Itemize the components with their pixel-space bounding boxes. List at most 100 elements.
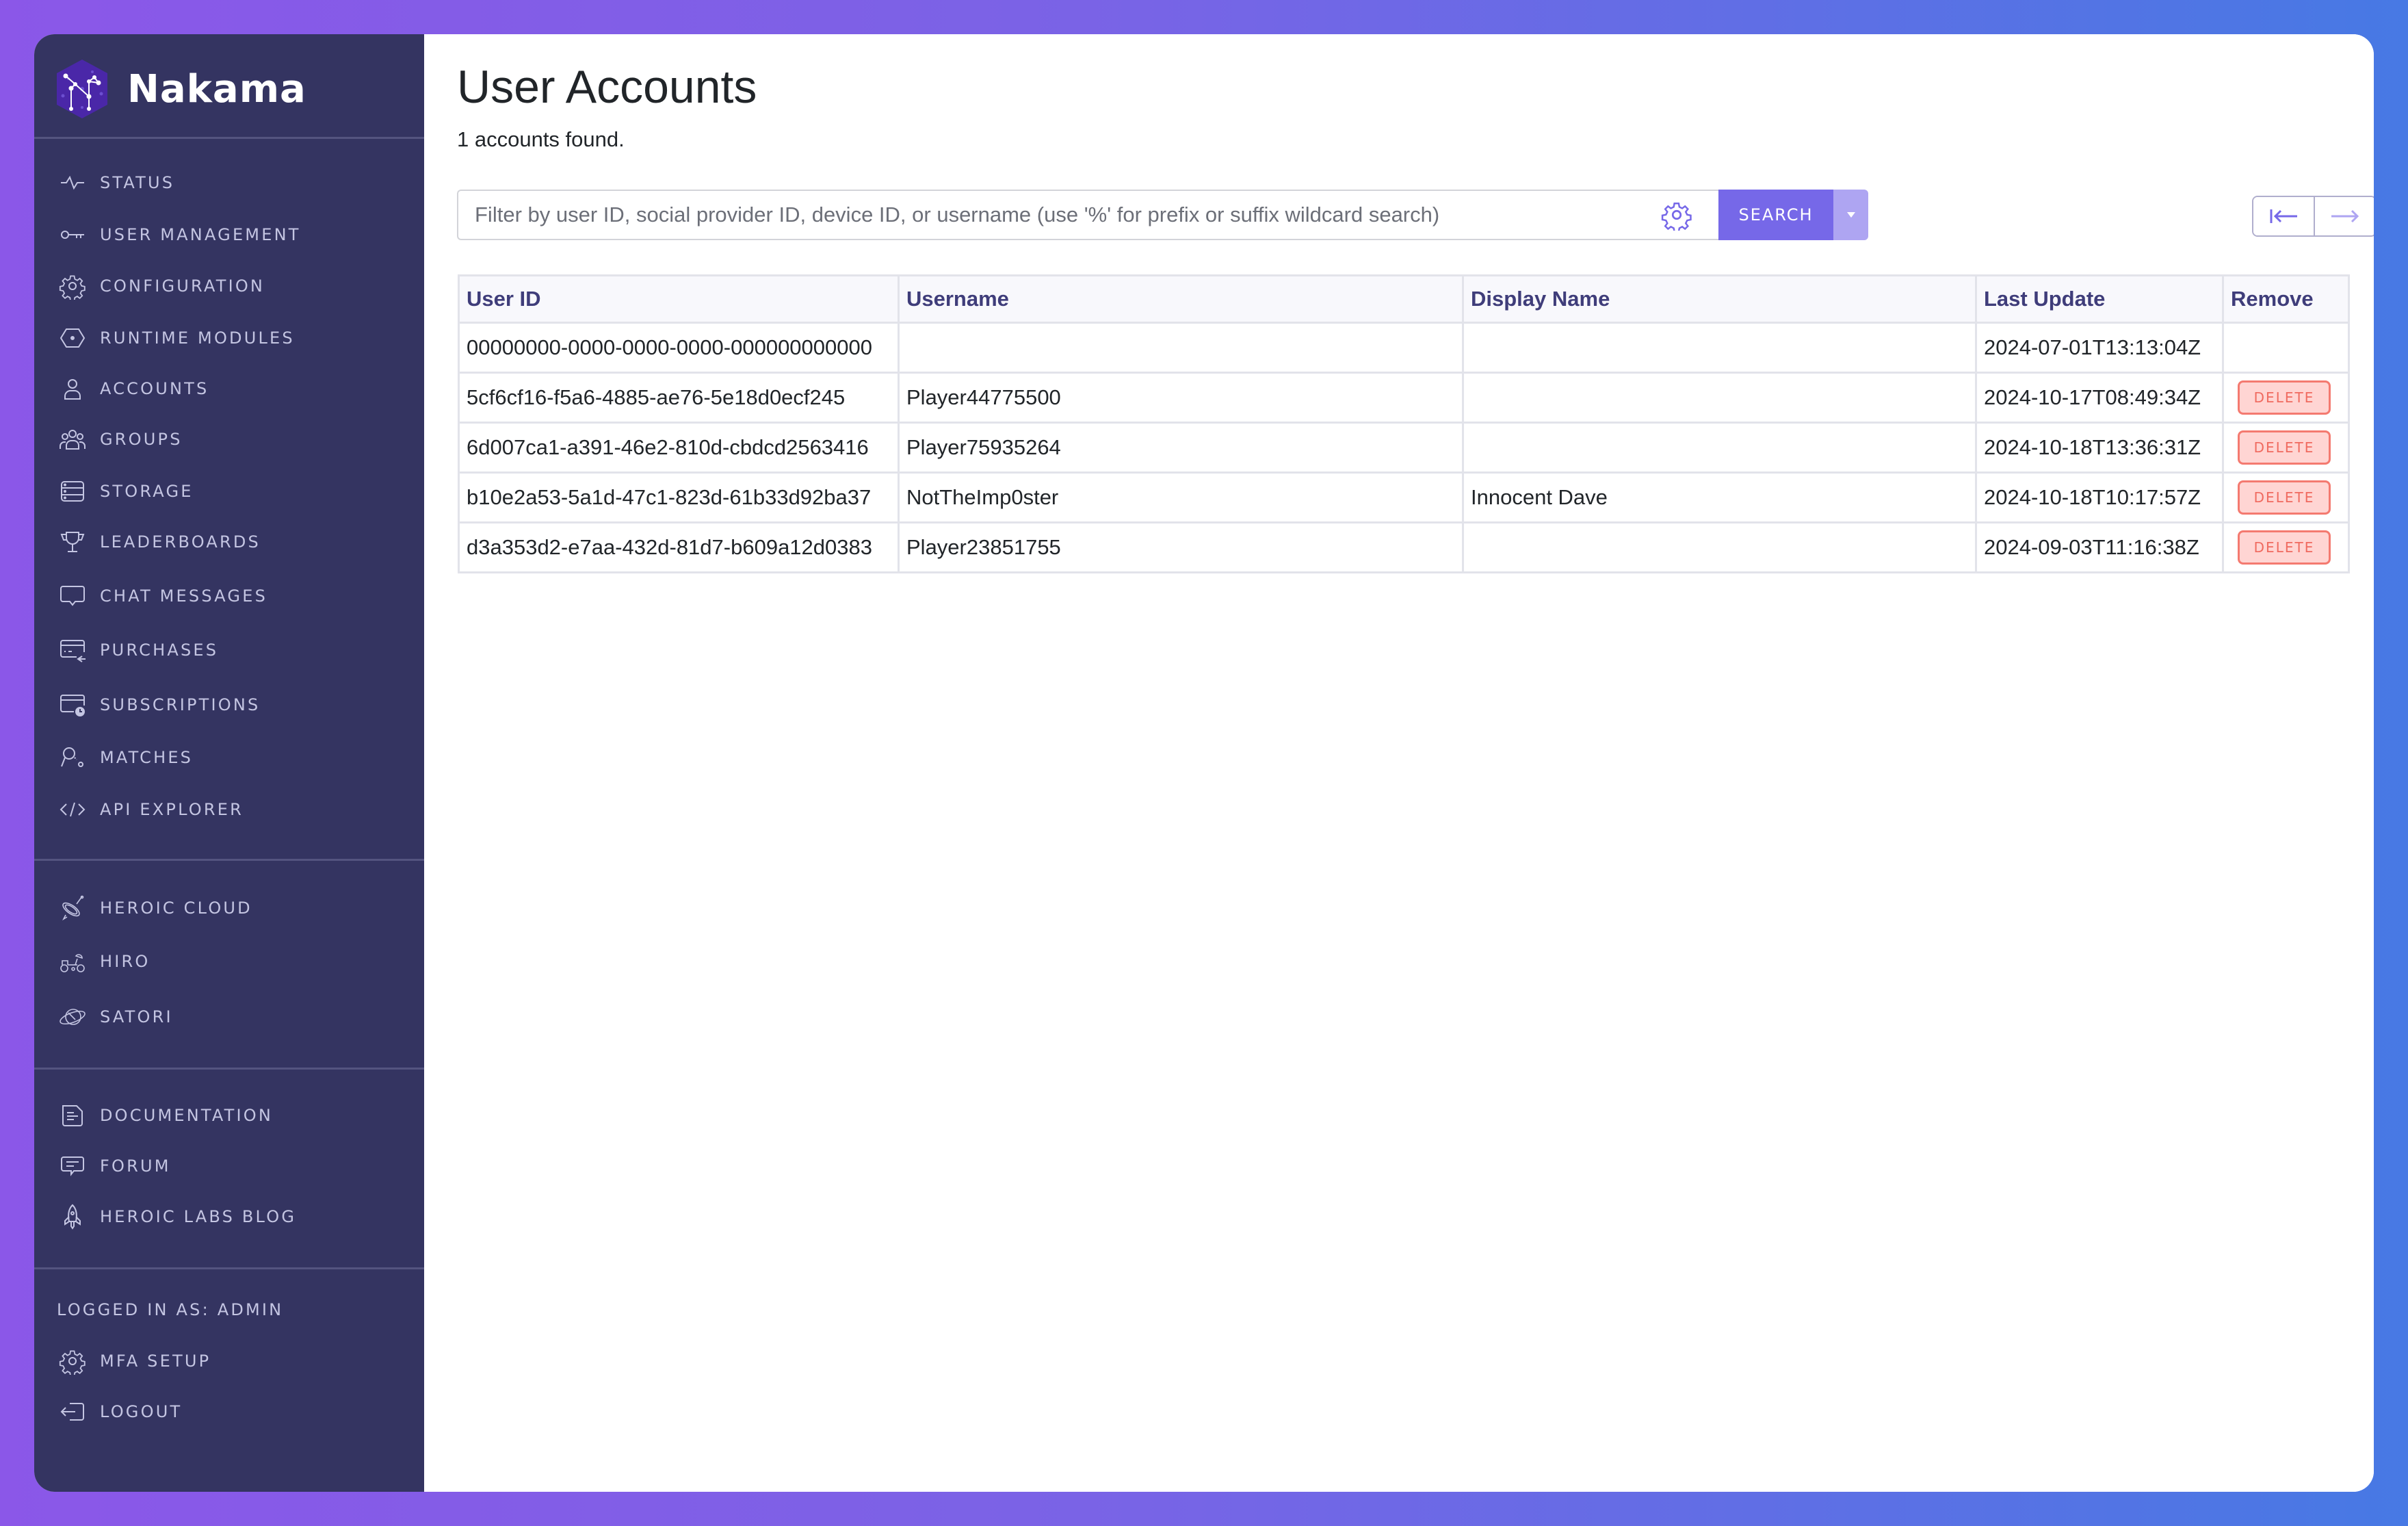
column-header-remove: Remove [2222, 274, 2350, 324]
sidebar-item-status[interactable]: Status [59, 162, 174, 203]
cell-username [898, 322, 1464, 374]
activity-icon [61, 175, 84, 190]
logout-icon [60, 1403, 84, 1421]
cell-remove: DELETE [2222, 422, 2350, 474]
sidebar-item-configuration[interactable]: Configuration [59, 266, 265, 307]
cell-username: Player44775500 [898, 372, 1464, 424]
cell-last-update: 2024-09-03T11:16:38Z [1975, 521, 2224, 573]
cell-display-name [1462, 521, 1977, 573]
table-row[interactable]: 6d007ca1-a391-46e2-810d-cbdcd2563416 Pla… [458, 422, 2350, 474]
cell-display-name [1462, 422, 1977, 474]
rocket-icon [64, 1204, 81, 1230]
accounts-table: User ID Username Display Name Last Updat… [458, 274, 2350, 573]
cell-remove: DELETE [2222, 372, 2350, 424]
search-settings-gear-icon[interactable] [1661, 199, 1692, 231]
key-icon [61, 231, 84, 239]
sidebar-item-hiro[interactable]: Hiro [59, 941, 150, 982]
sidebar-item-accounts[interactable]: Accounts [59, 368, 209, 409]
chat-icon [60, 586, 85, 606]
sidebar-item-api-explorer[interactable]: API Explorer [59, 789, 244, 830]
table-row[interactable]: b10e2a53-5a1d-47c1-823d-61b33d92ba37 Not… [458, 471, 2350, 523]
cell-last-update: 2024-10-17T08:49:34Z [1975, 372, 2224, 424]
cell-user-id[interactable]: 00000000-0000-0000-0000-000000000000 [458, 322, 900, 374]
sidebar-item-leaderboards[interactable]: Leaderboards [59, 521, 261, 562]
cell-display-name [1462, 322, 1977, 374]
sidebar-item-groups[interactable]: Groups [59, 419, 183, 460]
cell-user-id[interactable]: b10e2a53-5a1d-47c1-823d-61b33d92ba37 [458, 471, 900, 523]
sidebar-divider [34, 859, 424, 861]
search-input[interactable] [457, 190, 1718, 240]
sidebar-item-user-management[interactable]: User Management [59, 214, 301, 255]
logo[interactable]: Nakama [55, 48, 306, 130]
cell-display-name: Innocent Dave [1462, 471, 1977, 523]
search-bar: SEARCH [457, 190, 1868, 240]
sidebar-divider [34, 1267, 424, 1269]
column-header-last-update: Last Update [1975, 274, 2224, 324]
table-row[interactable]: d3a353d2-e7aa-432d-81d7-b609a12d0383 Pla… [458, 521, 2350, 573]
sidebar-item-documentation[interactable]: Documentation [59, 1095, 273, 1136]
logged-in-as-label: LOGGED IN AS: ADMIN [57, 1300, 284, 1319]
sidebar-item-storage[interactable]: Storage [59, 471, 194, 512]
search-matches-icon [61, 747, 83, 767]
credit-card-icon [60, 640, 86, 662]
sidebar-item-runtime-modules[interactable]: Runtime Modules [59, 318, 295, 359]
user-icon [64, 379, 81, 400]
hexagon-icon [60, 328, 86, 348]
delete-button[interactable]: DELETE [2238, 480, 2331, 515]
sidebar-item-heroic-labs-blog[interactable]: Heroic Labs Blog [59, 1196, 296, 1237]
sidebar-item-forum[interactable]: Forum [59, 1146, 171, 1187]
cell-remove: DELETE [2222, 471, 2350, 523]
cell-last-update: 2024-07-01T13:13:04Z [1975, 322, 2224, 374]
first-page-button[interactable] [2253, 197, 2314, 235]
sidebar-item-matches[interactable]: Matches [59, 737, 193, 778]
database-icon [61, 481, 84, 502]
search-button[interactable]: SEARCH [1718, 190, 1833, 240]
caret-down-icon [1846, 212, 1855, 218]
next-page-button[interactable] [2314, 197, 2374, 235]
sidebar-item-mfa-setup[interactable]: MFA Setup [59, 1341, 211, 1382]
column-header-display-name: Display Name [1462, 274, 1977, 324]
arrow-right-icon [2331, 209, 2359, 223]
delete-button[interactable]: DELETE [2238, 380, 2331, 415]
cell-username: Player23851755 [898, 521, 1464, 573]
sidebar-divider [34, 137, 424, 139]
sidebar: Nakama Status User Management Configurat… [34, 34, 424, 1492]
cell-user-id[interactable]: 6d007ca1-a391-46e2-810d-cbdcd2563416 [458, 422, 900, 474]
cell-remove: DELETE [2222, 521, 2350, 573]
app-window: Nakama Status User Management Configurat… [34, 34, 2374, 1492]
planet-icon [60, 1009, 86, 1025]
users-icon [60, 430, 86, 450]
delete-button[interactable]: DELETE [2238, 530, 2331, 565]
sidebar-item-satori[interactable]: Satori [59, 996, 173, 1037]
cell-username: Player75935264 [898, 422, 1464, 474]
sidebar-item-subscriptions[interactable]: Subscriptions [59, 684, 260, 725]
brand-name: Nakama [127, 66, 306, 112]
sidebar-item-purchases[interactable]: Purchases [59, 630, 218, 671]
sidebar-item-heroic-cloud[interactable]: Heroic Cloud [59, 888, 252, 929]
sidebar-divider [34, 1068, 424, 1070]
cell-username: NotTheImp0ster [898, 471, 1464, 523]
accounts-count: 1 accounts found. [457, 127, 625, 151]
page-title: User Accounts [457, 61, 757, 113]
sidebar-item-chat-messages[interactable]: Chat Messages [59, 576, 267, 617]
search-options-dropdown[interactable] [1833, 190, 1868, 240]
cell-user-id[interactable]: 5cf6cf16-f5a6-4885-ae76-5e18d0ecf245 [458, 372, 900, 424]
card-clock-icon [60, 695, 85, 716]
trophy-icon [60, 532, 85, 552]
delete-button[interactable]: DELETE [2238, 430, 2331, 465]
table-row[interactable]: 5cf6cf16-f5a6-4885-ae76-5e18d0ecf245 Pla… [458, 372, 2350, 424]
pagination [2252, 196, 2374, 237]
arrow-to-first-icon [2270, 209, 2297, 223]
cell-user-id[interactable]: d3a353d2-e7aa-432d-81d7-b609a12d0383 [458, 521, 900, 573]
column-header-user-id: User ID [458, 274, 900, 324]
satellite-icon [62, 895, 84, 921]
column-header-username: Username [898, 274, 1464, 324]
table-row[interactable]: 00000000-0000-0000-0000-000000000000 202… [458, 322, 2350, 374]
sidebar-item-logout[interactable]: Logout [59, 1391, 182, 1432]
rover-icon [60, 954, 85, 972]
code-icon [60, 802, 86, 817]
table-header-row: User ID Username Display Name Last Updat… [458, 274, 2350, 324]
document-icon [62, 1105, 83, 1126]
cell-remove [2222, 322, 2350, 374]
forum-icon [61, 1156, 84, 1176]
